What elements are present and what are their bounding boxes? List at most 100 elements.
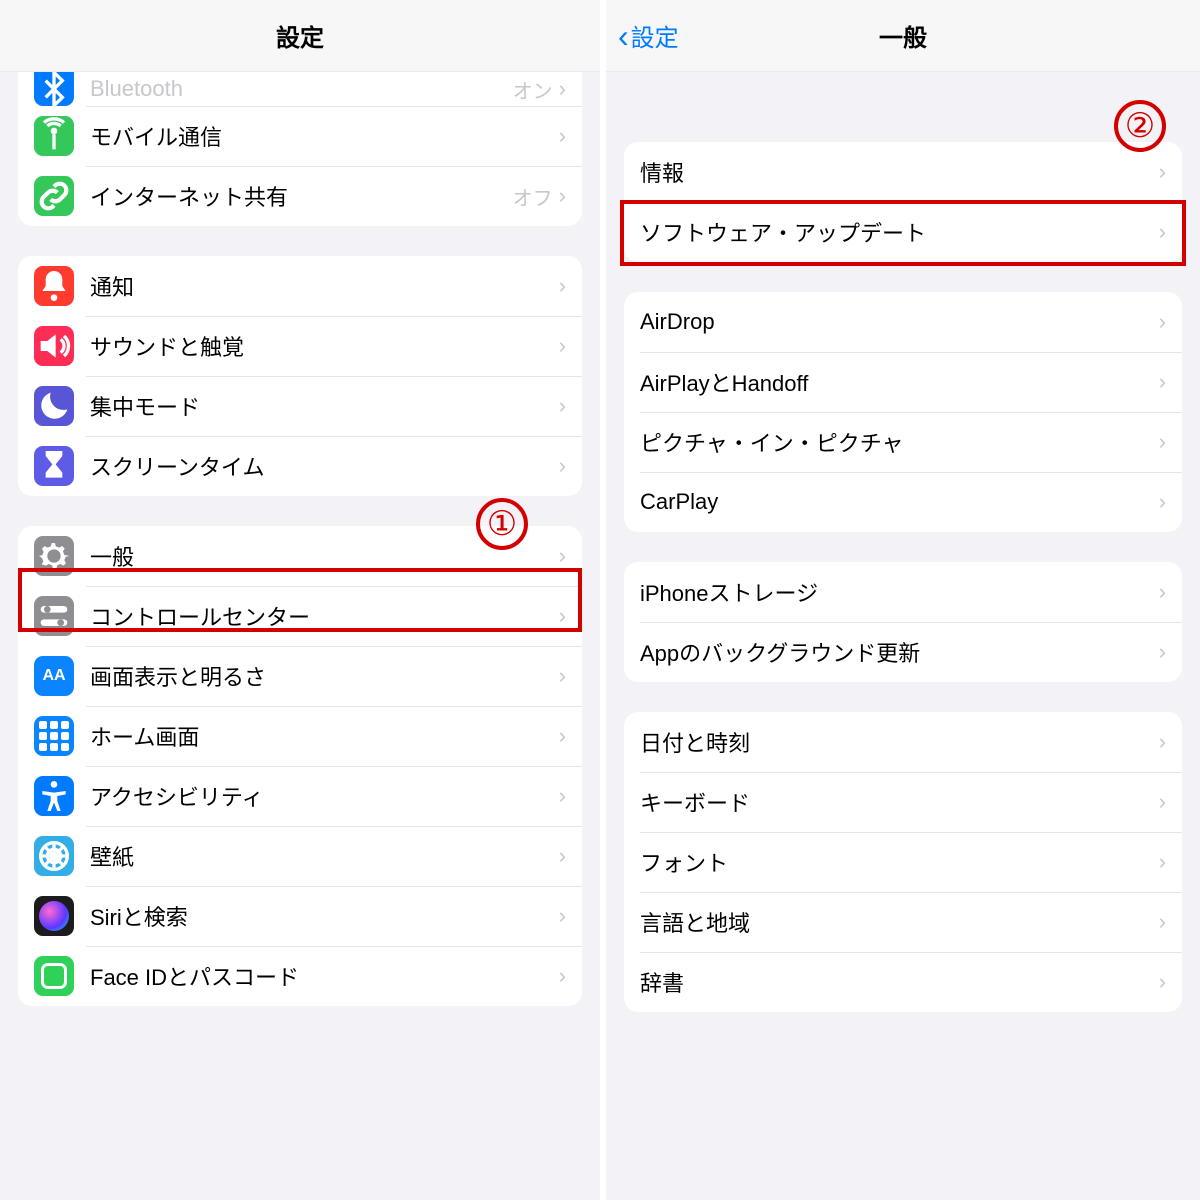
chevron-right-icon: › [1159, 309, 1166, 335]
row-label: 情報 [640, 156, 1159, 188]
chevron-right-icon: › [1159, 849, 1166, 875]
row-label: 辞書 [640, 966, 1159, 998]
row-sounds[interactable]: サウンドと触覚 › [18, 316, 582, 376]
row-label: 一般 [90, 540, 559, 572]
settings-group-notifications: 通知 › サウンドと触覚 › 集中モード › スクリーンタイム › [18, 256, 582, 496]
row-general[interactable]: 一般 › [18, 526, 582, 586]
row-label: ピクチャ・イン・ピクチャ [640, 426, 1159, 458]
row-label: サウンドと触覚 [90, 330, 559, 362]
chevron-right-icon: › [559, 76, 566, 102]
row-label: CarPlay [640, 489, 1159, 515]
row-fonts[interactable]: フォント › [624, 832, 1182, 892]
chevron-right-icon: › [559, 903, 566, 929]
settings-group-connectivity: Bluetooth オン › モバイル通信 › インターネット共有 オフ › [18, 72, 582, 226]
general-group-3: iPhoneストレージ › Appのバックグラウンド更新 › [624, 562, 1182, 682]
row-label: Appのバックグラウンド更新 [640, 636, 1159, 668]
chevron-right-icon: › [559, 843, 566, 869]
row-notifications[interactable]: 通知 › [18, 256, 582, 316]
chevron-right-icon: › [559, 783, 566, 809]
text-size-icon: AA [34, 656, 74, 696]
faceid-icon [34, 956, 74, 996]
moon-icon [34, 386, 74, 426]
back-label: 設定 [631, 18, 679, 53]
chevron-right-icon: › [559, 333, 566, 359]
row-label: 集中モード [90, 390, 559, 422]
row-date-time[interactable]: 日付と時刻 › [624, 712, 1182, 772]
chevron-right-icon: › [559, 393, 566, 419]
chevron-right-icon: › [1159, 159, 1166, 185]
row-display[interactable]: AA 画面表示と明るさ › [18, 646, 582, 706]
chevron-right-icon: › [1159, 729, 1166, 755]
row-language-region[interactable]: 言語と地域 › [624, 892, 1182, 952]
row-carplay[interactable]: CarPlay › [624, 472, 1182, 532]
row-label: AirPlayとHandoff [640, 366, 1159, 398]
row-label: ソフトウェア・アップデート [640, 216, 1159, 248]
general-group-2: AirDrop › AirPlayとHandoff › ピクチャ・イン・ピクチャ… [624, 292, 1182, 532]
navbar-general: ‹ 設定 一般 [606, 0, 1200, 72]
row-label: フォント [640, 846, 1159, 878]
chevron-left-icon: ‹ [618, 20, 629, 52]
chevron-right-icon: › [1159, 219, 1166, 245]
row-airdrop[interactable]: AirDrop › [624, 292, 1182, 352]
row-label: アクセシビリティ [90, 780, 559, 812]
link-icon [34, 176, 74, 216]
chevron-right-icon: › [1159, 489, 1166, 515]
chevron-right-icon: › [1159, 429, 1166, 455]
row-label: ホーム画面 [90, 720, 559, 752]
chevron-right-icon: › [559, 723, 566, 749]
row-label: 壁紙 [90, 840, 559, 872]
row-detail: オフ [513, 182, 553, 211]
row-label: モバイル通信 [90, 120, 559, 152]
back-button[interactable]: ‹ 設定 [618, 18, 679, 53]
chevron-right-icon: › [559, 663, 566, 689]
general-group-4: 日付と時刻 › キーボード › フォント › 言語と地域 › 辞書 › [624, 712, 1182, 1012]
row-software-update[interactable]: ソフトウェア・アップデート › [624, 202, 1182, 262]
chevron-right-icon: › [559, 963, 566, 989]
bluetooth-icon [34, 72, 74, 106]
row-screentime[interactable]: スクリーンタイム › [18, 436, 582, 496]
row-iphone-storage[interactable]: iPhoneストレージ › [624, 562, 1182, 622]
row-wallpaper[interactable]: 壁紙 › [18, 826, 582, 886]
row-hotspot[interactable]: インターネット共有 オフ › [18, 166, 582, 226]
row-airplay-handoff[interactable]: AirPlayとHandoff › [624, 352, 1182, 412]
row-background-refresh[interactable]: Appのバックグラウンド更新 › [624, 622, 1182, 682]
row-cellular[interactable]: モバイル通信 › [18, 106, 582, 166]
row-focus[interactable]: 集中モード › [18, 376, 582, 436]
speaker-icon [34, 326, 74, 366]
wallpaper-icon [34, 836, 74, 876]
row-label: Bluetooth [90, 76, 513, 102]
row-faceid[interactable]: Face IDとパスコード › [18, 946, 582, 1006]
row-bluetooth[interactable]: Bluetooth オン › [18, 72, 582, 106]
row-control-center[interactable]: コントロールセンター › [18, 586, 582, 646]
accessibility-icon [34, 776, 74, 816]
row-pip[interactable]: ピクチャ・イン・ピクチャ › [624, 412, 1182, 472]
settings-group-general: 一般 › コントロールセンター › AA 画面表示と明るさ › ホーム画面 › [18, 526, 582, 1006]
chevron-right-icon: › [559, 603, 566, 629]
antenna-icon [34, 116, 74, 156]
chevron-right-icon: › [559, 273, 566, 299]
general-group-1: 情報 › ソフトウェア・アップデート › [624, 142, 1182, 262]
row-label: 日付と時刻 [640, 726, 1159, 758]
row-siri[interactable]: Siriと検索 › [18, 886, 582, 946]
gear-icon [34, 536, 74, 576]
navbar-settings: 設定 [0, 0, 600, 72]
page-title: 設定 [276, 18, 324, 53]
row-label: iPhoneストレージ [640, 576, 1159, 608]
chevron-right-icon: › [1159, 909, 1166, 935]
row-label: 画面表示と明るさ [90, 660, 559, 692]
row-home-screen[interactable]: ホーム画面 › [18, 706, 582, 766]
chevron-right-icon: › [1159, 789, 1166, 815]
bell-icon [34, 266, 74, 306]
row-label: Siriと検索 [90, 900, 559, 932]
chevron-right-icon: › [559, 183, 566, 209]
row-dictionary[interactable]: 辞書 › [624, 952, 1182, 1012]
row-label: Face IDとパスコード [90, 960, 559, 992]
row-label: インターネット共有 [90, 180, 513, 212]
hourglass-icon [34, 446, 74, 486]
switches-icon [34, 596, 74, 636]
row-accessibility[interactable]: アクセシビリティ › [18, 766, 582, 826]
row-about[interactable]: 情報 › [624, 142, 1182, 202]
row-keyboard[interactable]: キーボード › [624, 772, 1182, 832]
row-detail: オン [513, 75, 553, 104]
chevron-right-icon: › [559, 123, 566, 149]
